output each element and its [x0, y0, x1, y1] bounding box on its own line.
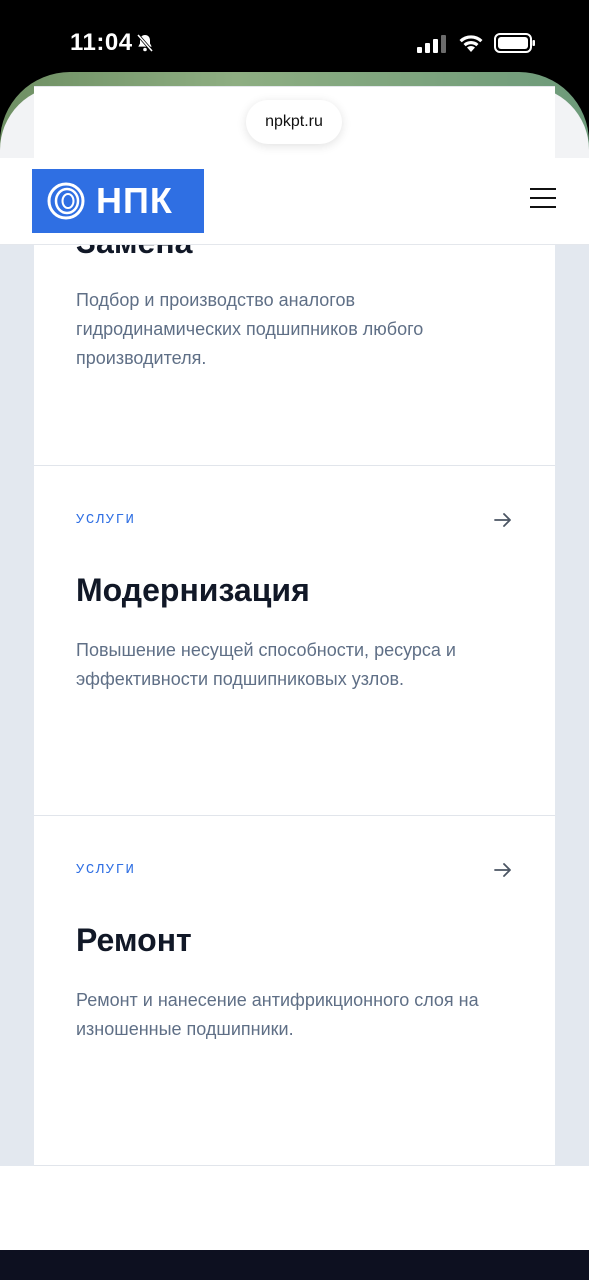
service-card-modernization[interactable]: УСЛУГИ Модернизация Повышение несущей сп… [34, 466, 555, 816]
site-header: НПК [0, 158, 589, 245]
card-title: Модернизация [76, 572, 310, 608]
status-time: 11:04 [70, 29, 133, 56]
logo-swirl-icon [47, 182, 85, 220]
battery-icon [494, 33, 535, 53]
hamburger-menu-icon[interactable] [530, 188, 556, 212]
card-category-label: УСЛУГИ [76, 862, 136, 878]
page-bottom-area [0, 1166, 589, 1250]
card-description: Подбор и производство аналогов гидродина… [76, 290, 424, 368]
logo-text: НПК [96, 180, 173, 221]
footer-strip [0, 1250, 589, 1280]
card-description: Ремонт и нанесение антифрикционного слоя… [76, 990, 479, 1039]
card-title: Ремонт [76, 922, 192, 958]
site-logo[interactable]: НПК [32, 169, 204, 233]
url-bar[interactable]: npkpt.ru [246, 100, 342, 144]
wifi-icon [459, 35, 483, 52]
card-description: Повышение несущей способности, ресурса и… [76, 640, 456, 689]
arrow-right-icon[interactable] [494, 862, 512, 878]
arrow-right-icon[interactable] [494, 512, 512, 528]
url-text: npkpt.ru [265, 113, 323, 130]
bell-muted-icon [136, 34, 154, 52]
service-card-repair[interactable]: УСЛУГИ Ремонт Ремонт и нанесение антифри… [34, 816, 555, 1166]
card-category-label: УСЛУГИ [76, 512, 136, 528]
cellular-signal-icon [417, 35, 446, 53]
